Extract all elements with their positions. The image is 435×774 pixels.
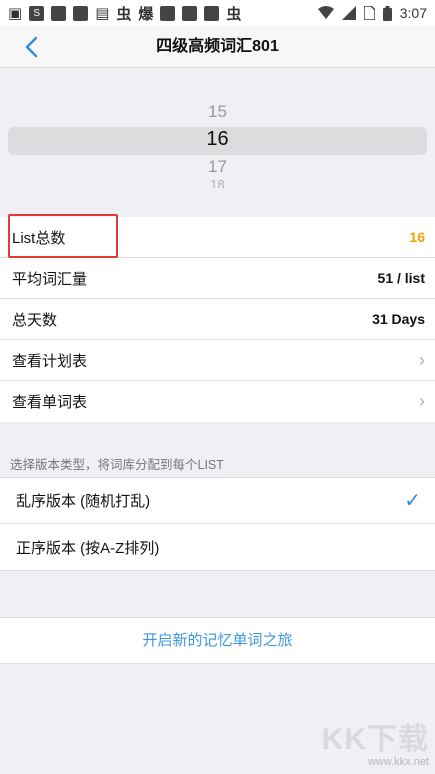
sim-icon (363, 6, 375, 20)
list-count-picker[interactable]: 15 16 17 18 (0, 90, 435, 194)
chevron-right-icon: › (419, 391, 425, 411)
page-title: 四级高频词汇801 (156, 38, 279, 55)
watermark: KK下载 www.kkx.net (322, 714, 429, 768)
status-bar: ▣ S ▤ 虫 爆 虫 3:07 (0, 0, 435, 26)
system-icons: 3:07 (317, 5, 427, 21)
university-icon: ▤ (95, 5, 110, 22)
picker-selected-option[interactable]: 16 (0, 128, 435, 151)
wifi-icon (317, 6, 334, 19)
ordered-version-label: 正序版本 (按A-Z排列) (16, 539, 160, 557)
square-icon (182, 5, 198, 21)
clock: 3:07 (399, 5, 427, 21)
signal-icon (341, 6, 356, 20)
picker-option[interactable]: 15 (0, 102, 435, 122)
view-words-label: 查看单词表 (12, 394, 88, 411)
chevron-right-icon: › (419, 349, 425, 370)
avg-words-row: 平均词汇量 51 / list (0, 258, 435, 299)
picker-option[interactable]: 17 (0, 157, 435, 177)
avg-words-label: 平均词汇量 (12, 270, 88, 288)
app-icon: 爆 (138, 5, 154, 23)
battery-icon (382, 5, 392, 21)
nav-bar: 四级高频词汇801 (0, 26, 435, 68)
version-group: 乱序版本 (随机打乱) ✓ 正序版本 (按A-Z排列) (0, 477, 435, 571)
ordered-version-option[interactable]: 正序版本 (按A-Z排列) (0, 524, 435, 570)
picker-option[interactable]: 18 (0, 178, 435, 188)
notification-icons: ▣ S ▤ 虫 爆 虫 (8, 3, 241, 24)
checkmark-icon: ✓ (404, 490, 421, 512)
version-hint: 选择版本类型，将词库分配到每个LIST (10, 458, 224, 472)
view-plan-label: 查看计划表 (12, 352, 88, 370)
list-total-value: 16 (409, 229, 425, 245)
highlight-box (8, 214, 118, 258)
view-plan-row[interactable]: 查看计划表 › (0, 340, 435, 381)
view-words-row[interactable]: 查看单词表 › (0, 381, 435, 422)
chevron-left-icon (25, 36, 38, 58)
app-icon: 虫 (226, 5, 242, 23)
square-icon (204, 5, 220, 21)
square-icon (73, 5, 89, 21)
total-days-value: 31 Days (372, 311, 425, 327)
total-days-label: 总天数 (12, 311, 58, 329)
avg-words-value: 51 / list (377, 270, 425, 286)
total-days-row: 总天数 31 Days (0, 299, 435, 340)
square-icon (160, 5, 176, 21)
back-button[interactable] (16, 32, 46, 62)
random-version-label: 乱序版本 (随机打乱) (16, 493, 151, 510)
watermark-logo: KK下载 (321, 723, 429, 756)
app-icon: ▣ (8, 5, 23, 22)
square-icon (51, 5, 67, 21)
app-icon: 虫 (116, 5, 132, 23)
s-badge-icon: S (29, 5, 45, 21)
random-version-option[interactable]: 乱序版本 (随机打乱) ✓ (0, 478, 435, 524)
start-journey-button[interactable]: 开启新的记忆单词之旅 (0, 617, 435, 664)
